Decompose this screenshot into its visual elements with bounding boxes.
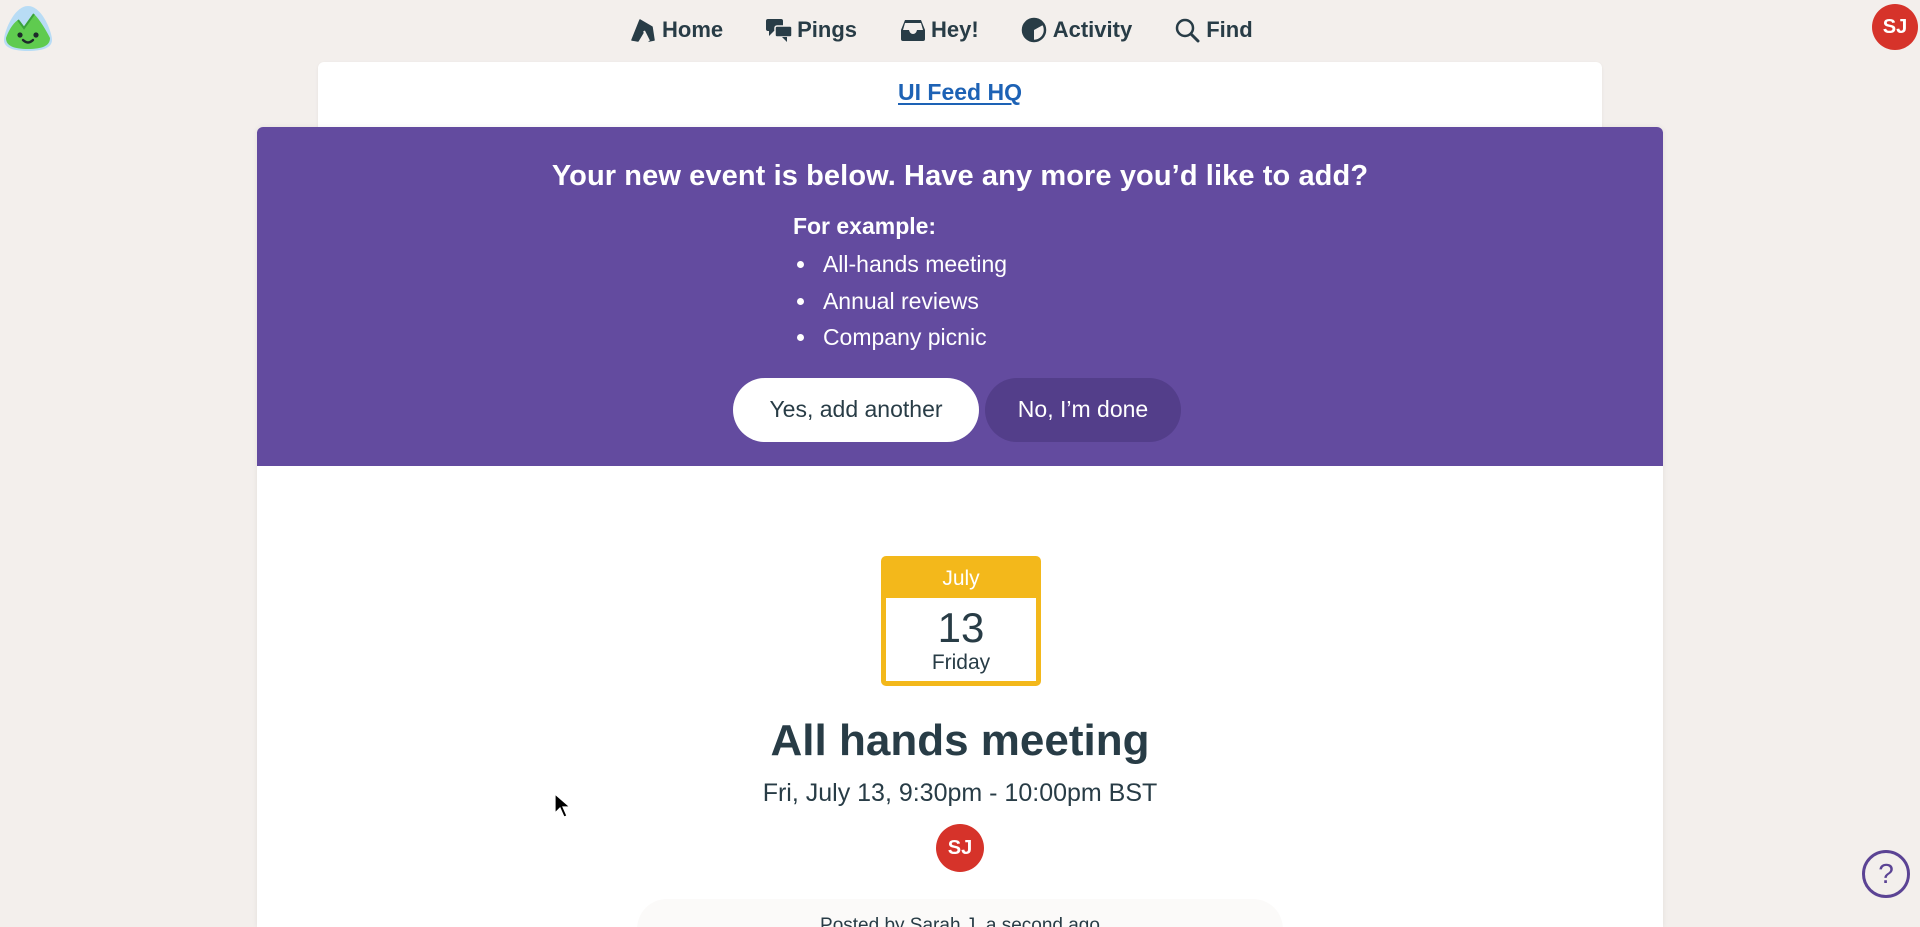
- nav-find-label: Find: [1206, 17, 1252, 43]
- add-another-button[interactable]: Yes, add another: [733, 378, 979, 442]
- help-icon: ?: [1878, 858, 1894, 890]
- calendar-month: July: [886, 561, 1036, 598]
- help-button[interactable]: ?: [1862, 850, 1910, 898]
- nav-hey[interactable]: Hey!: [899, 17, 979, 43]
- calendar-date-icon: July 13 Friday: [881, 556, 1041, 686]
- nav-activity[interactable]: Activity: [1021, 17, 1132, 43]
- nav-pings[interactable]: Pings: [765, 17, 857, 43]
- nav-pings-label: Pings: [797, 17, 857, 43]
- nav-find[interactable]: Find: [1174, 17, 1252, 43]
- banner-actions: Yes, add another No, I’m done: [257, 378, 1663, 442]
- basecamp-logo-icon[interactable]: [2, 4, 54, 52]
- calendar-day: 13: [886, 604, 1036, 652]
- event-time: Fri, July 13, 9:30pm - 10:00pm BST: [257, 779, 1663, 808]
- examples-label: For example:: [793, 213, 1007, 240]
- examples-list: All-hands meeting Annual reviews Company…: [793, 246, 1007, 356]
- home-icon: [630, 17, 656, 43]
- event-title: All hands meeting: [257, 716, 1663, 766]
- nav-home[interactable]: Home: [630, 17, 723, 43]
- main-nav: Home Pings Hey! Activity Find: [630, 10, 1253, 50]
- calendar-weekday: Friday: [886, 652, 1036, 674]
- user-avatar[interactable]: SJ: [1872, 4, 1918, 50]
- nav-hey-label: Hey!: [931, 17, 979, 43]
- mouse-cursor-icon: [554, 793, 572, 819]
- pings-icon: [765, 17, 791, 43]
- nav-home-label: Home: [662, 17, 723, 43]
- nav-activity-label: Activity: [1053, 17, 1132, 43]
- project-link[interactable]: UI Feed HQ: [898, 79, 1022, 106]
- done-button[interactable]: No, I’m done: [985, 378, 1181, 442]
- event-card: Your new event is below. Have any more y…: [257, 127, 1663, 927]
- add-more-banner: Your new event is below. Have any more y…: [257, 127, 1663, 466]
- example-item: Company picnic: [793, 319, 1007, 356]
- example-item: Annual reviews: [793, 283, 1007, 320]
- search-icon: [1174, 17, 1200, 43]
- posted-by: Posted by Sarah J. a second ago: [637, 899, 1283, 927]
- example-item: All-hands meeting: [793, 246, 1007, 283]
- project-header: UI Feed HQ: [318, 62, 1602, 128]
- banner-title: Your new event is below. Have any more y…: [257, 160, 1663, 193]
- inbox-icon: [899, 17, 925, 43]
- top-bar: Home Pings Hey! Activity Find SJ: [0, 0, 1920, 60]
- author-avatar[interactable]: SJ: [936, 824, 984, 872]
- activity-icon: [1021, 17, 1047, 43]
- examples-block: For example: All-hands meeting Annual re…: [793, 213, 1007, 356]
